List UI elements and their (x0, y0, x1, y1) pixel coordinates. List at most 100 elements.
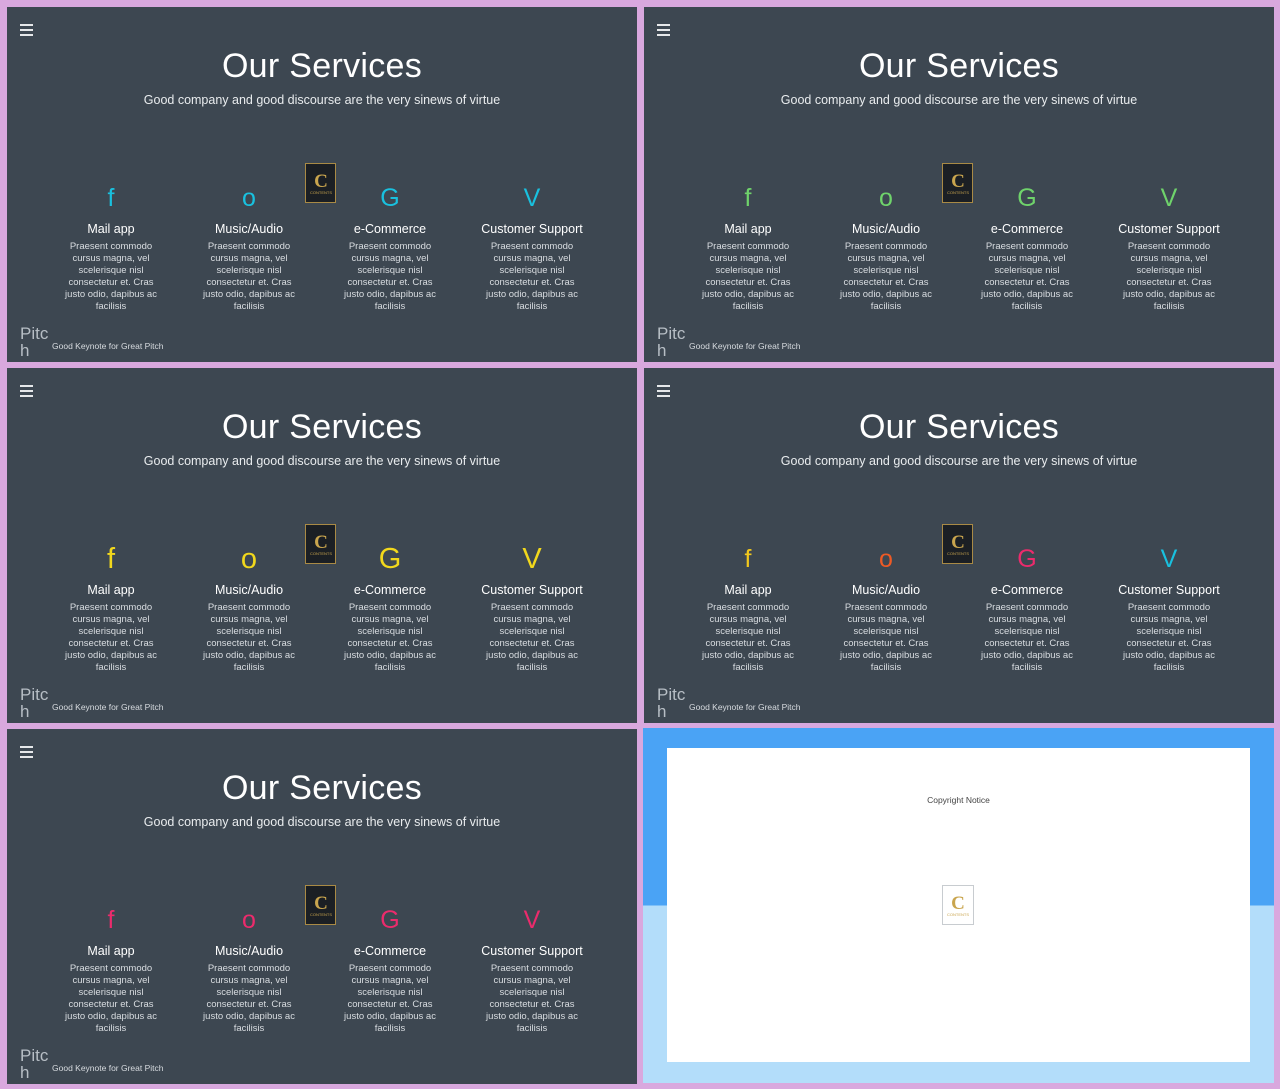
mail-app-icon: f (744, 545, 752, 573)
service-description: Praesent commodo cursus magna, vel scele… (65, 963, 157, 1034)
e-commerce-icon: G (380, 184, 400, 212)
service-title: e-Commerce (990, 222, 1064, 236)
mail-app-icon: f (744, 184, 752, 212)
service-title: Music/Audio (214, 222, 284, 236)
music-audio-icon: o (242, 184, 256, 212)
slide-title: Our Services (221, 769, 423, 807)
music-audio-icon: o (879, 545, 893, 573)
menu-icon[interactable] (20, 385, 33, 397)
service-description: Praesent commodo cursus magna, vel scele… (486, 963, 578, 1034)
slide-5[interactable]: Our Services Good company and good disco… (7, 729, 637, 1084)
mail-app-icon: f (107, 184, 115, 212)
service-e-commerce: G e-Commerce Praesent commodo cursus mag… (972, 536, 1082, 674)
service-description: Praesent commodo cursus magna, vel scele… (203, 241, 295, 312)
pitch-logo: Pitch (20, 324, 49, 360)
service-e-commerce: G e-Commerce Praesent commodo cursus mag… (972, 175, 1082, 313)
service-title: e-Commerce (353, 222, 427, 236)
service-customer-support: V Customer Support Praesent commodo curs… (477, 536, 587, 674)
badge-word: CONTENTS (947, 190, 969, 195)
badge-letter: C (314, 171, 328, 192)
service-description: Praesent commodo cursus magna, vel scele… (840, 241, 932, 312)
customer-support-icon: V (522, 543, 542, 575)
slide-subtitle: Good company and good discourse are the … (780, 93, 1138, 107)
badge-word: CONTENTS (947, 912, 969, 917)
service-customer-support: V Customer Support Praesent commodo curs… (1114, 175, 1224, 313)
contents-logo-icon: C CONTENTS (942, 163, 973, 203)
menu-icon[interactable] (657, 24, 670, 36)
service-customer-support: V Customer Support Praesent commodo curs… (477, 175, 587, 313)
menu-icon[interactable] (20, 24, 33, 36)
menu-icon[interactable] (657, 385, 670, 397)
slide-footer: Good Keynote for Great Pitch (52, 702, 164, 712)
service-description: Praesent commodo cursus magna, vel scele… (65, 241, 157, 312)
badge-letter: C (314, 532, 328, 553)
service-description: Praesent commodo cursus magna, vel scele… (702, 602, 794, 673)
slide-subtitle: Good company and good discourse are the … (143, 815, 501, 829)
badge-word: CONTENTS (310, 190, 332, 195)
badge-word: CONTENTS (310, 912, 332, 917)
service-description: Praesent commodo cursus magna, vel scele… (203, 963, 295, 1034)
service-title: Customer Support (1118, 583, 1220, 597)
service-e-commerce: G e-Commerce Praesent commodo cursus mag… (335, 175, 445, 313)
service-title: Mail app (87, 944, 135, 958)
service-customer-support: V Customer Support Praesent commodo curs… (477, 897, 587, 1035)
service-description: Praesent commodo cursus magna, vel scele… (344, 241, 436, 312)
slide-title: Our Services (221, 408, 423, 446)
e-commerce-icon: G (1017, 184, 1037, 212)
contents-logo-icon: C CONTENTS (305, 524, 336, 564)
badge-letter: C (951, 532, 965, 553)
slide-title: Our Services (858, 47, 1060, 85)
slide-title: Our Services (221, 47, 423, 85)
service-title: Customer Support (1118, 222, 1220, 236)
badge-word: CONTENTS (310, 551, 332, 556)
badge-letter: C (951, 171, 965, 192)
mail-app-icon: f (106, 543, 116, 575)
service-e-commerce: G e-Commerce Praesent commodo cursus mag… (335, 897, 445, 1035)
service-mail-app: f Mail app Praesent commodo cursus magna… (693, 536, 803, 674)
slide-footer: Good Keynote for Great Pitch (52, 341, 164, 351)
mail-app-icon: f (107, 906, 115, 934)
service-description: Praesent commodo cursus magna, vel scele… (840, 602, 932, 673)
service-mail-app: f Mail app Praesent commodo cursus magna… (56, 897, 166, 1035)
badge-letter: C (951, 893, 965, 914)
badge-letter: C (314, 893, 328, 914)
menu-icon[interactable] (20, 746, 33, 758)
service-title: Customer Support (481, 222, 583, 236)
slide-3[interactable]: Our Services Good company and good disco… (7, 368, 637, 723)
service-music-audio: o Music/Audio Praesent commodo cursus ma… (831, 536, 941, 674)
service-mail-app: f Mail app Praesent commodo cursus magna… (693, 175, 803, 313)
service-description: Praesent commodo cursus magna, vel scele… (702, 241, 794, 312)
service-description: Praesent commodo cursus magna, vel scele… (203, 602, 295, 673)
service-description: Praesent commodo cursus magna, vel scele… (344, 602, 436, 673)
pitch-logo: Pitch (20, 685, 49, 721)
service-title: Mail app (87, 583, 135, 597)
slide-title: Our Services (858, 408, 1060, 446)
pitch-logo: Pitch (20, 1046, 49, 1082)
slide-1[interactable]: Our Services Good company and good disco… (7, 7, 637, 362)
service-title: e-Commerce (353, 583, 427, 597)
slide-2[interactable]: Our Services Good company and good disco… (644, 7, 1274, 362)
service-music-audio: o Music/Audio Praesent commodo cursus ma… (194, 175, 304, 313)
slide-copyright[interactable]: Copyright Notice C CONTENTS (643, 728, 1274, 1083)
e-commerce-icon: G (380, 906, 400, 934)
slide-4[interactable]: Our Services Good company and good disco… (644, 368, 1274, 723)
e-commerce-icon: G (1017, 545, 1037, 573)
contents-logo-icon: C CONTENTS (305, 163, 336, 203)
customer-support-icon: V (523, 906, 541, 934)
service-description: Praesent commodo cursus magna, vel scele… (486, 241, 578, 312)
contents-logo-icon: C CONTENTS (942, 524, 973, 564)
service-description: Praesent commodo cursus magna, vel scele… (65, 602, 157, 673)
service-title: e-Commerce (353, 944, 427, 958)
service-title: Customer Support (481, 944, 583, 958)
service-description: Praesent commodo cursus magna, vel scele… (1123, 602, 1215, 673)
customer-support-icon: V (1160, 184, 1178, 212)
customer-support-icon: V (1160, 545, 1178, 573)
service-mail-app: f Mail app Praesent commodo cursus magna… (56, 175, 166, 313)
service-music-audio: o Music/Audio Praesent commodo cursus ma… (194, 897, 304, 1035)
slide-footer: Good Keynote for Great Pitch (689, 702, 801, 712)
service-description: Praesent commodo cursus magna, vel scele… (981, 602, 1073, 673)
service-description: Praesent commodo cursus magna, vel scele… (344, 963, 436, 1034)
pitch-logo: Pitch (657, 685, 686, 721)
service-description: Praesent commodo cursus magna, vel scele… (1123, 241, 1215, 312)
slide-subtitle: Good company and good discourse are the … (143, 454, 501, 468)
